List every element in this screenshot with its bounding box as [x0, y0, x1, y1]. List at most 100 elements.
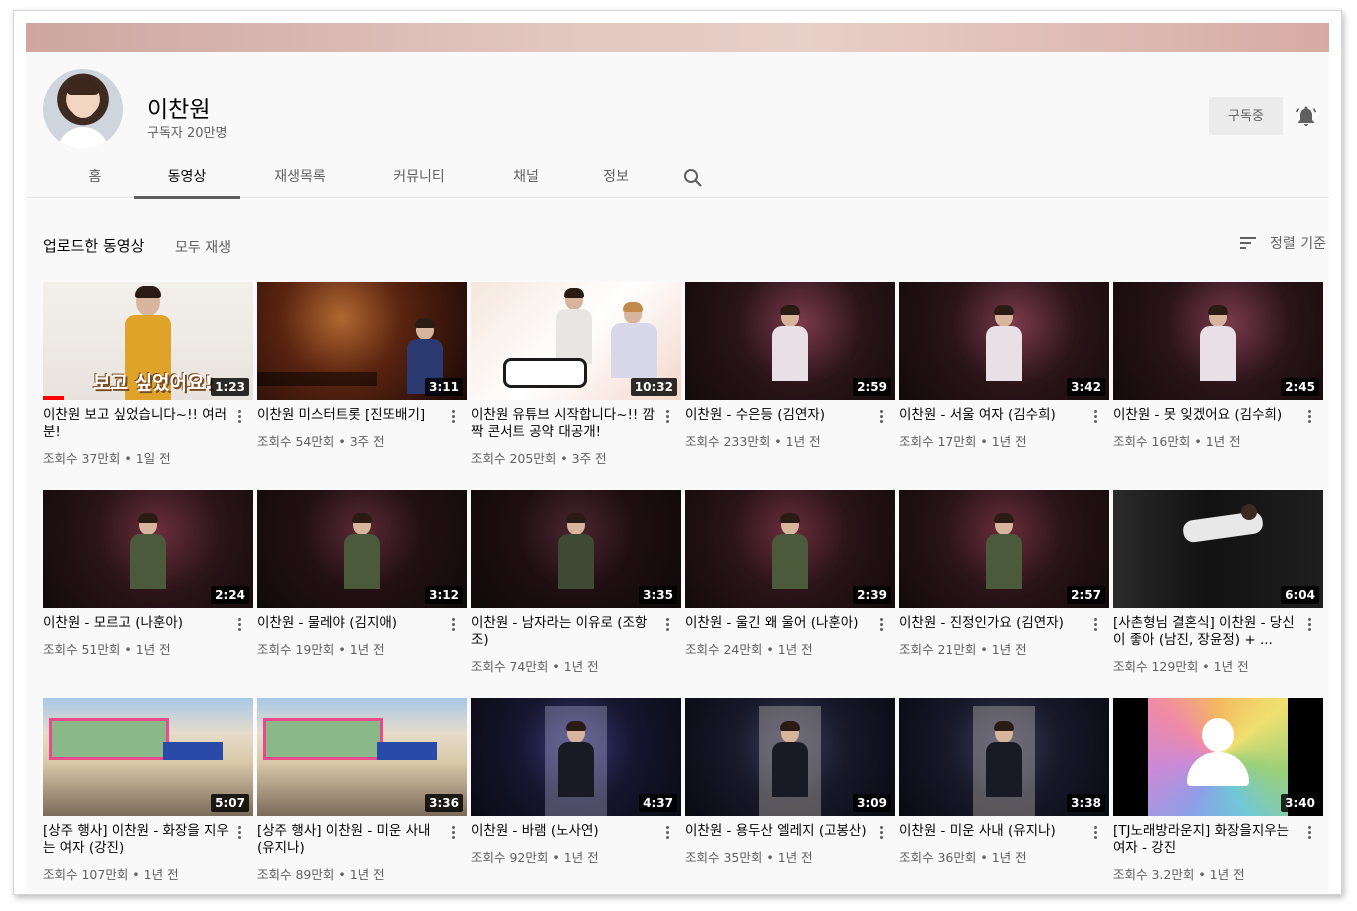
tab-playlists[interactable]: 재생목록: [250, 156, 350, 199]
video-thumbnail[interactable]: 3:38: [899, 698, 1109, 816]
sort-icon: [1240, 237, 1257, 249]
video-thumbnail[interactable]: 3:12: [257, 490, 467, 608]
video-card[interactable]: 3:42 이찬원 - 서울 여자 (김수희) 조회수 17만회 • 1년 전: [899, 282, 1109, 450]
video-title[interactable]: 이찬원 - 물레야 (김지애): [257, 615, 445, 632]
more-options-icon[interactable]: [1301, 616, 1317, 634]
more-options-icon[interactable]: [445, 824, 461, 842]
video-thumbnail[interactable]: 3:36: [257, 698, 467, 816]
search-icon[interactable]: [681, 166, 705, 190]
video-duration: 6:04: [1281, 586, 1319, 604]
video-title[interactable]: [상주 행사] 이찬원 - 화장을 지우는 여자 (강진): [43, 823, 231, 857]
video-duration: 1:23: [211, 378, 249, 396]
tab-community[interactable]: 커뮤니티: [364, 156, 474, 199]
video-views: 조회수 37만회 • 1일 전: [43, 451, 171, 466]
video-thumbnail[interactable]: 2:45: [1113, 282, 1323, 400]
video-card[interactable]: 2:57 이찬원 - 진정인가요 (김연자) 조회수 21만회 • 1년 전: [899, 490, 1109, 658]
more-options-icon[interactable]: [1087, 408, 1103, 426]
more-options-icon[interactable]: [231, 408, 247, 426]
video-card[interactable]: 2:59 이찬원 - 수은등 (김연자) 조회수 233만회 • 1년 전: [685, 282, 895, 450]
more-options-icon[interactable]: [231, 824, 247, 842]
video-title[interactable]: 이찬원 - 수은등 (김연자): [685, 407, 873, 424]
video-title[interactable]: [TJ노래방라운지] 화장을지우는여자 - 강진: [1113, 823, 1301, 857]
video-title[interactable]: 이찬원 - 울긴 왜 울어 (나훈아): [685, 615, 873, 632]
video-views: 조회수 89만회 • 1년 전: [257, 867, 385, 882]
video-card[interactable]: 보고 싶었어요! 1:23 이찬원 보고 싶었습니다~!! 여러분! 조회수 3…: [43, 282, 253, 467]
video-title[interactable]: 이찬원 - 남자라는 이유로 (조항조): [471, 615, 659, 649]
video-card[interactable]: 4:37 이찬원 - 바램 (노사연) 조회수 92만회 • 1년 전: [471, 698, 681, 866]
more-options-icon[interactable]: [445, 408, 461, 426]
video-thumbnail[interactable]: 2:24: [43, 490, 253, 608]
subscribed-button[interactable]: 구독중: [1209, 97, 1283, 135]
video-card[interactable]: 2:39 이찬원 - 울긴 왜 울어 (나훈아) 조회수 24만회 • 1년 전: [685, 490, 895, 658]
video-title[interactable]: 이찬원 - 진정인가요 (김연자): [899, 615, 1087, 632]
more-options-icon[interactable]: [659, 408, 675, 426]
more-options-icon[interactable]: [873, 408, 889, 426]
channel-avatar[interactable]: [43, 69, 123, 149]
more-options-icon[interactable]: [873, 616, 889, 634]
more-options-icon[interactable]: [231, 616, 247, 634]
video-title[interactable]: 이찬원 - 서울 여자 (김수희): [899, 407, 1087, 424]
video-thumbnail[interactable]: 3:42: [899, 282, 1109, 400]
video-thumbnail[interactable]: 4:37: [471, 698, 681, 816]
video-thumbnail[interactable]: 3:09: [685, 698, 895, 816]
sort-button[interactable]: 정렬 기준: [1238, 233, 1326, 253]
more-options-icon[interactable]: [1087, 824, 1103, 842]
channel-header: 이찬원 구독자 20만명 구독중 홈 동영상 재생목록 커뮤니티 채널 정보: [26, 52, 1329, 199]
video-thumbnail[interactable]: 보고 싶었어요! 1:23: [43, 282, 253, 400]
video-views: 조회수 35만회 • 1년 전: [685, 850, 813, 865]
video-title[interactable]: [사촌형님 결혼식] 이찬원 - 당신이 좋아 (남진, 장윤정) + ...: [1113, 615, 1301, 649]
more-options-icon[interactable]: [659, 824, 675, 842]
video-thumbnail[interactable]: 6:04: [1113, 490, 1323, 608]
video-thumbnail[interactable]: 10:32: [471, 282, 681, 400]
more-options-icon[interactable]: [1301, 408, 1317, 426]
video-card[interactable]: 3:38 이찬원 - 미운 사내 (유지나) 조회수 36만회 • 1년 전: [899, 698, 1109, 866]
tab-home[interactable]: 홈: [66, 156, 124, 199]
video-duration: 2:24: [211, 586, 249, 604]
videos-section: 업로드한 동영상 모두 재생 정렬 기준 보고 싶었어요! 1:23 이찬원 보…: [26, 199, 1329, 893]
video-card[interactable]: 3:36 [상주 행사] 이찬원 - 미운 사내 (유지나) 조회수 89만회 …: [257, 698, 467, 883]
video-title[interactable]: 이찬원 - 미운 사내 (유지나): [899, 823, 1087, 840]
video-title[interactable]: 이찬원 - 용두산 엘레지 (고봉산): [685, 823, 873, 840]
video-card[interactable]: 2:45 이찬원 - 못 잊겠어요 (김수희) 조회수 16만회 • 1년 전: [1113, 282, 1323, 450]
video-card[interactable]: 6:04 [사촌형님 결혼식] 이찬원 - 당신이 좋아 (남진, 장윤정) +…: [1113, 490, 1323, 675]
tab-videos[interactable]: 동영상: [134, 156, 240, 199]
video-duration: 4:37: [639, 794, 677, 812]
more-options-icon[interactable]: [659, 616, 675, 634]
video-thumbnail[interactable]: 3:40: [1113, 698, 1323, 816]
play-all-button[interactable]: 모두 재생: [175, 237, 231, 257]
video-card[interactable]: 3:40 [TJ노래방라운지] 화장을지우는여자 - 강진 조회수 3.2만회 …: [1113, 698, 1323, 883]
video-title[interactable]: 이찬원 보고 싶었습니다~!! 여러분!: [43, 407, 231, 441]
notification-bell-icon[interactable]: [1294, 104, 1318, 128]
video-views: 조회수 92만회 • 1년 전: [471, 850, 599, 865]
video-title[interactable]: [상주 행사] 이찬원 - 미운 사내 (유지나): [257, 823, 445, 857]
video-thumbnail[interactable]: 5:07: [43, 698, 253, 816]
more-options-icon[interactable]: [445, 616, 461, 634]
sort-label: 정렬 기준: [1270, 236, 1326, 252]
video-thumbnail[interactable]: 2:39: [685, 490, 895, 608]
video-title[interactable]: 이찬원 - 못 잊겠어요 (김수희): [1113, 407, 1301, 424]
video-views: 조회수 19만회 • 1년 전: [257, 642, 385, 657]
video-thumbnail[interactable]: 2:59: [685, 282, 895, 400]
video-card[interactable]: 3:11 이찬원 미스터트롯 [진또배기] 조회수 54만회 • 3주 전: [257, 282, 467, 450]
more-options-icon[interactable]: [1087, 616, 1103, 634]
video-card[interactable]: 5:07 [상주 행사] 이찬원 - 화장을 지우는 여자 (강진) 조회수 1…: [43, 698, 253, 883]
video-card[interactable]: 10:32 이찬원 유튜브 시작합니다~!! 깜짝 콘서트 공약 대공개! 조회…: [471, 282, 681, 467]
video-thumbnail[interactable]: 3:35: [471, 490, 681, 608]
video-card[interactable]: 2:24 이찬원 - 모르고 (나훈아) 조회수 51만회 • 1년 전: [43, 490, 253, 658]
video-card[interactable]: 3:35 이찬원 - 남자라는 이유로 (조항조) 조회수 74만회 • 1년 …: [471, 490, 681, 675]
video-title[interactable]: 이찬원 유튜브 시작합니다~!! 깜짝 콘서트 공약 대공개!: [471, 407, 659, 441]
video-title[interactable]: 이찬원 미스터트롯 [진또배기]: [257, 407, 445, 424]
video-title[interactable]: 이찬원 - 바램 (노사연): [471, 823, 659, 840]
video-title[interactable]: 이찬원 - 모르고 (나훈아): [43, 615, 231, 632]
tab-channels[interactable]: 채널: [488, 156, 564, 199]
more-options-icon[interactable]: [873, 824, 889, 842]
video-card[interactable]: 3:09 이찬원 - 용두산 엘레지 (고봉산) 조회수 35만회 • 1년 전: [685, 698, 895, 866]
tab-about[interactable]: 정보: [578, 156, 654, 199]
video-duration: 3:11: [425, 378, 463, 396]
more-options-icon[interactable]: [1301, 824, 1317, 842]
video-card[interactable]: 3:12 이찬원 - 물레야 (김지애) 조회수 19만회 • 1년 전: [257, 490, 467, 658]
video-duration: 10:32: [630, 378, 677, 396]
video-views: 조회수 3.2만회 • 1년 전: [1113, 867, 1245, 882]
video-thumbnail[interactable]: 2:57: [899, 490, 1109, 608]
video-thumbnail[interactable]: 3:11: [257, 282, 467, 400]
